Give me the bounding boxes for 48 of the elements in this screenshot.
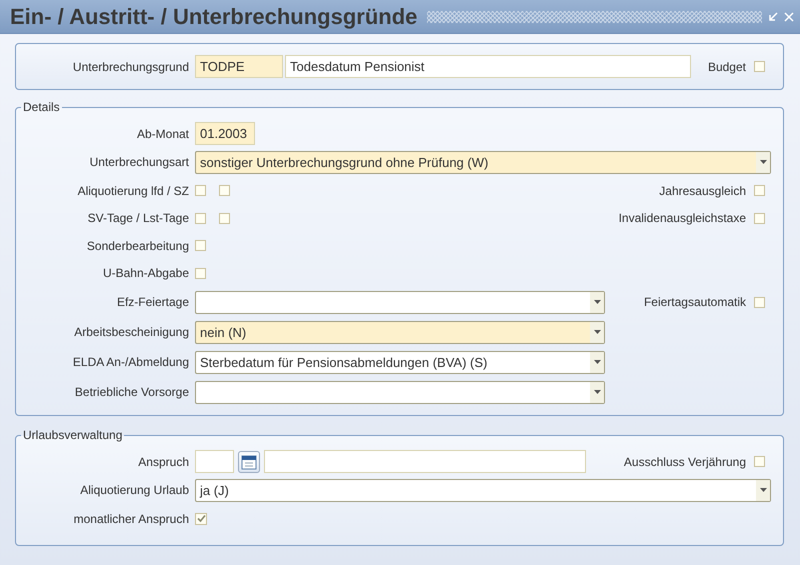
input-field[interactable]: 01.2003 <box>195 122 255 145</box>
checkbox[interactable] <box>754 61 765 72</box>
checkbox[interactable] <box>195 268 206 279</box>
field-label: Anspruch <box>137 454 190 468</box>
group-title: Urlaubsverwaltung <box>22 428 124 442</box>
checkbox[interactable] <box>754 185 765 196</box>
checkbox[interactable] <box>195 240 206 252</box>
field-label: Aliquotierung Urlaub <box>79 483 190 497</box>
input-field[interactable] <box>195 450 234 473</box>
window-title: Ein- / Austritt- / Unterbrechungsgründe <box>10 4 418 30</box>
calendar-button[interactable] <box>238 450 260 472</box>
input-field[interactable]: TODPE <box>195 55 283 78</box>
field-label: Aliquotierung lfd / SZ <box>76 184 190 198</box>
field-label: Jahresausgleich <box>659 184 746 198</box>
field-label: SV-Tage / Lst-Tage <box>86 211 190 226</box>
field-label: Sonderbearbeitung <box>86 238 190 253</box>
dropdown[interactable]: Sterbedatum für Pensionsabmeldungen (BVA) (S) <box>195 350 605 374</box>
field-label: Feiertagsautomatik <box>644 295 746 309</box>
checkbox[interactable] <box>195 212 206 224</box>
dropdown[interactable] <box>195 290 605 314</box>
minimize-icon[interactable] <box>768 12 778 22</box>
input-field[interactable] <box>264 450 586 473</box>
dropdown[interactable]: ja (J) <box>195 478 771 502</box>
field-label: Invalidenausgleichstaxe <box>618 211 746 226</box>
checkbox[interactable] <box>754 456 765 467</box>
field-label: monatlicher Anspruch <box>72 512 190 526</box>
checkbox[interactable] <box>195 185 206 196</box>
checkbox[interactable] <box>219 185 230 196</box>
dropdown[interactable] <box>195 380 605 404</box>
field-label: ELDA An-/Abmeldung <box>72 355 190 369</box>
group-title: Details <box>22 100 61 114</box>
field-label: Unterbrechungsart <box>88 155 190 169</box>
checkbox[interactable] <box>754 212 765 224</box>
field-label: Betriebliche Vorsorge <box>74 385 190 399</box>
field-label: Budget <box>708 60 746 74</box>
input-field[interactable]: Todesdatum Pensionist <box>285 55 691 78</box>
field-label: Unterbrechungsgrund <box>72 60 190 74</box>
close-icon[interactable] <box>784 12 794 22</box>
field-label: Ab-Monat <box>136 126 190 140</box>
field-label: Efz-Feiertage <box>116 295 190 309</box>
checkbox[interactable] <box>754 296 765 308</box>
dropdown[interactable]: sonstiger Unterbrechungsgrund ohne Prüfung (W) <box>195 150 771 174</box>
field-label: Ausschluss Verjährung <box>624 454 746 468</box>
field-label: U-Bahn-Abgabe <box>102 266 190 280</box>
dropdown[interactable]: nein (N) <box>195 320 605 344</box>
field-label: Arbeitsbescheinigung <box>73 325 190 339</box>
checkbox[interactable] <box>219 212 230 224</box>
checkbox[interactable] <box>195 512 207 525</box>
